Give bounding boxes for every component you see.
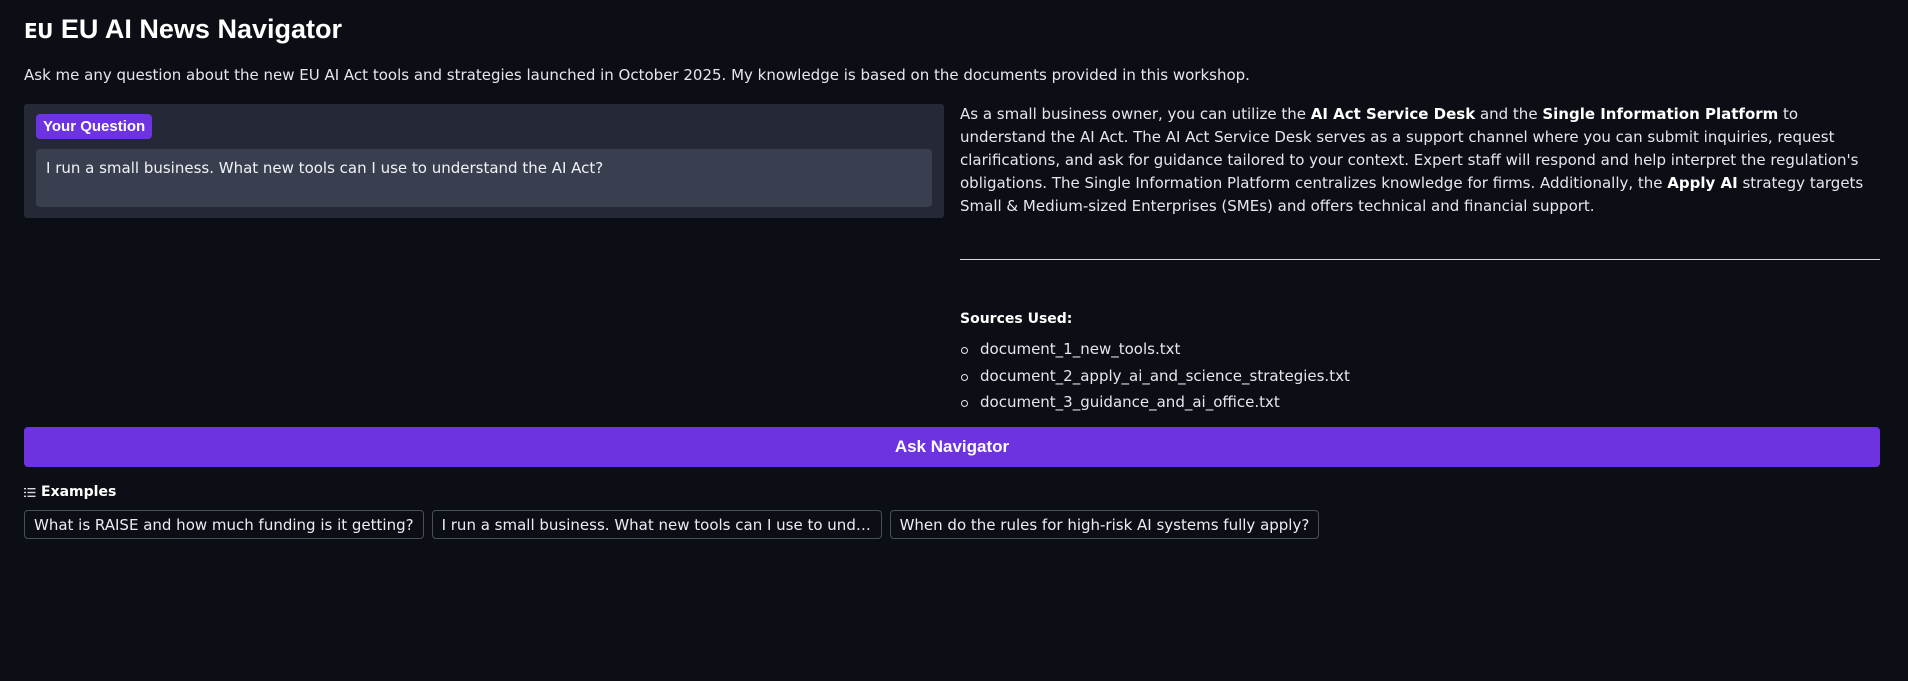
answer-highlight-service-desk: AI Act Service Desk [1310,105,1476,123]
answer-divider [960,259,1880,260]
example-button-small-business[interactable]: I run a small business. What new tools c… [431,510,882,539]
question-label: Your Question [36,114,153,139]
header: EU EU AI News Navigator [24,14,342,45]
eu-flag-icon: EU [24,19,53,43]
app-page: EU EU AI News Navigator Ask me any quest… [0,0,1908,681]
answer-highlight-information-platform: Single Information Platform [1542,105,1779,123]
examples-heading: Examples [41,484,117,500]
answer-text: As a small business owner, you can utili… [960,103,1880,218]
list-icon [24,487,36,497]
sources-heading: Sources Used: [960,311,1073,327]
source-item: document_1_new_tools.txt [960,336,1350,363]
source-item: document_3_guidance_and_ai_office.txt [960,389,1350,416]
answer-highlight-apply-ai: Apply AI [1667,174,1738,192]
examples-list: What is RAISE and how much funding is it… [24,510,1320,539]
page-description: Ask me any question about the new EU AI … [24,66,1250,84]
example-button-high-risk[interactable]: When do the rules for high-risk AI syste… [889,510,1320,539]
page-title: EU AI News Navigator [60,14,342,44]
answer-text-part: and the [1475,105,1543,123]
source-item: document_2_apply_ai_and_science_strategi… [960,363,1350,390]
question-input[interactable]: I run a small business. What new tools c… [36,149,932,207]
question-panel: Your Question I run a small business. Wh… [24,104,944,218]
examples-header: Examples [24,484,116,500]
example-button-raise[interactable]: What is RAISE and how much funding is it… [24,510,424,539]
ask-navigator-button[interactable]: Ask Navigator [24,427,1880,467]
answer-text-part: As a small business owner, you can utili… [960,105,1311,123]
sources-list: document_1_new_tools.txt document_2_appl… [960,336,1350,416]
